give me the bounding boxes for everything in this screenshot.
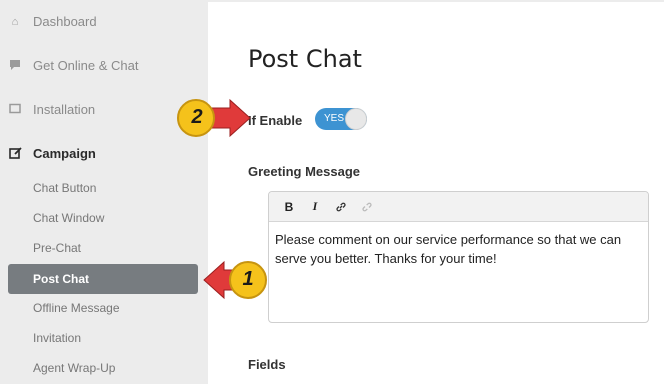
greeting-label: Greeting Message [248, 164, 360, 179]
callout-arrow-2 [177, 98, 251, 138]
monitor-icon [8, 103, 22, 117]
main-panel: Post Chat If Enable YES Greeting Message… [208, 2, 664, 384]
sidebar-item-label: Dashboard [33, 14, 97, 29]
sidebar-subitem-label: Post Chat [33, 272, 90, 286]
sidebar-subitem-agent-wrap-up[interactable]: Agent Wrap-Up [33, 361, 115, 375]
italic-button[interactable]: I [303, 196, 327, 218]
sidebar-item-label: Get Online & Chat [33, 58, 139, 73]
unlink-icon[interactable] [355, 196, 379, 218]
toggle-knob [345, 108, 367, 130]
sidebar-item-installation[interactable]: Installation [8, 102, 95, 117]
callout-number-1: 1 [242, 268, 254, 290]
page-title: Post Chat [248, 45, 362, 73]
toggle-text: YES [324, 113, 345, 124]
sidebar-item-get-online-chat[interactable]: Get Online & Chat [8, 58, 139, 73]
sidebar: ⌂ Dashboard Get Online & Chat Installati… [0, 0, 208, 384]
edit-icon [8, 146, 22, 161]
callout-number-2: 2 [191, 106, 203, 128]
sidebar-subitem-chat-button[interactable]: Chat Button [33, 181, 96, 195]
sidebar-item-label: Campaign [33, 146, 96, 161]
enable-label: If Enable [248, 113, 303, 128]
greeting-editor: B I Please comment on our service perfor… [268, 191, 649, 323]
home-icon: ⌂ [11, 15, 19, 28]
sidebar-item-campaign[interactable]: Campaign [8, 146, 96, 161]
editor-toolbar: B I [269, 192, 648, 222]
sidebar-item-label: Installation [33, 102, 96, 117]
enable-toggle[interactable]: YES [315, 108, 367, 130]
bold-button[interactable]: B [277, 196, 301, 218]
chat-bubble-icon [8, 59, 22, 73]
callout-arrow-1 [203, 260, 267, 300]
sidebar-subitem-invitation[interactable]: Invitation [33, 331, 81, 345]
sidebar-item-dashboard[interactable]: ⌂ Dashboard [8, 14, 97, 29]
link-icon[interactable] [329, 196, 353, 218]
sidebar-subitem-offline-message[interactable]: Offline Message [33, 301, 120, 315]
fields-label: Fields [248, 357, 286, 372]
sidebar-subitem-pre-chat[interactable]: Pre-Chat [33, 241, 81, 255]
greeting-text-area[interactable]: Please comment on our service performanc… [269, 222, 648, 276]
sidebar-subitem-chat-window[interactable]: Chat Window [33, 211, 104, 225]
